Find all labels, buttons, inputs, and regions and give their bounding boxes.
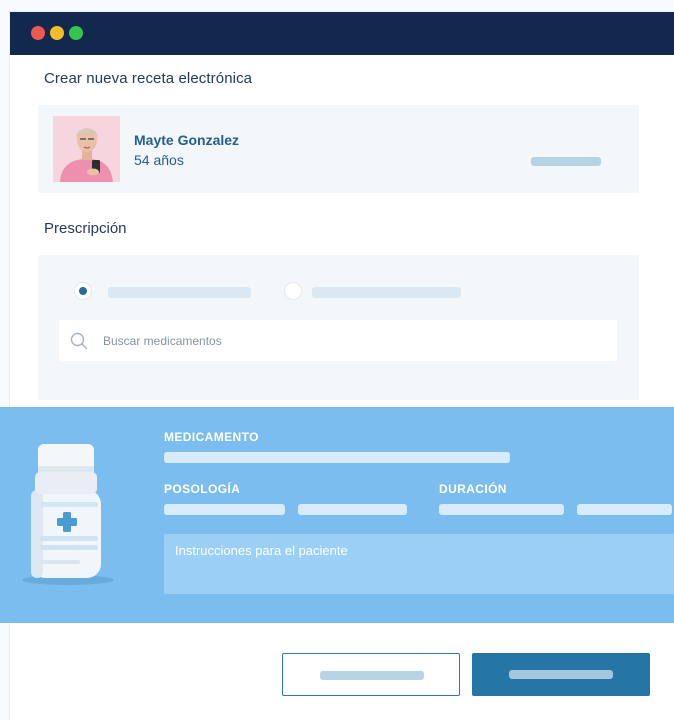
- medication-search-input[interactable]: [103, 320, 603, 361]
- prescription-title: Prescripción: [44, 220, 127, 237]
- maximize-window-button[interactable]: [69, 26, 83, 40]
- duration-label: DURACIÓN: [439, 482, 507, 496]
- patient-instructions-placeholder: Instrucciones para el paciente: [175, 543, 348, 558]
- title-bar: [10, 12, 674, 55]
- duration-unit-placeholder[interactable]: [577, 504, 672, 515]
- prescription-type-radio-2[interactable]: [284, 282, 302, 300]
- patient-detail-placeholder: [531, 157, 601, 166]
- prescription-type-label-1: [108, 287, 251, 298]
- medication-card: MEDICAMENTO POSOLOGÍA DURACIÓN Instrucci…: [0, 407, 674, 623]
- secondary-button[interactable]: [282, 653, 460, 696]
- minimize-window-button[interactable]: [50, 26, 64, 40]
- primary-button[interactable]: [472, 653, 650, 696]
- medication-search-box[interactable]: [59, 320, 617, 361]
- patient-instructions-field[interactable]: Instrucciones para el paciente: [164, 534, 674, 594]
- primary-button-label: [509, 670, 613, 679]
- page-title: Crear nueva receta electrónica: [44, 70, 253, 87]
- patient-age: 54 años: [134, 152, 184, 168]
- prescription-panel: [38, 255, 639, 400]
- medication-label: MEDICAMENTO: [164, 430, 259, 444]
- dosage-amount-placeholder[interactable]: [164, 504, 285, 515]
- prescription-type-label-2: [312, 287, 461, 298]
- medication-value-placeholder[interactable]: [164, 452, 510, 463]
- dosage-frequency-placeholder[interactable]: [298, 504, 407, 515]
- duration-amount-placeholder[interactable]: [439, 504, 564, 515]
- prescription-type-radio-1[interactable]: [74, 282, 92, 300]
- medicine-bottle-icon: [22, 444, 114, 585]
- patient-name: Mayte Gonzalez: [134, 132, 240, 148]
- dosage-label: POSOLOGÍA: [164, 482, 241, 496]
- secondary-button-label: [320, 671, 424, 680]
- patient-photo-icon: [53, 116, 120, 182]
- close-window-button[interactable]: [31, 26, 45, 40]
- patient-card[interactable]: Mayte Gonzalez 54 años: [38, 105, 639, 193]
- search-icon: [70, 332, 88, 350]
- patient-avatar: [53, 116, 120, 182]
